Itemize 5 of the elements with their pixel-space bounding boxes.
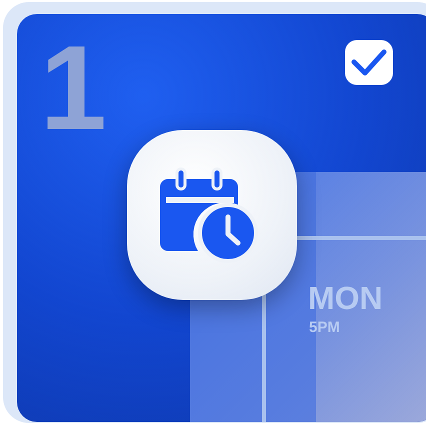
time-label: 5PM (309, 320, 340, 335)
day-label: MON (308, 282, 383, 314)
checkbox[interactable] (345, 40, 393, 85)
day-number: 1 (40, 28, 107, 148)
check-icon (350, 48, 388, 78)
